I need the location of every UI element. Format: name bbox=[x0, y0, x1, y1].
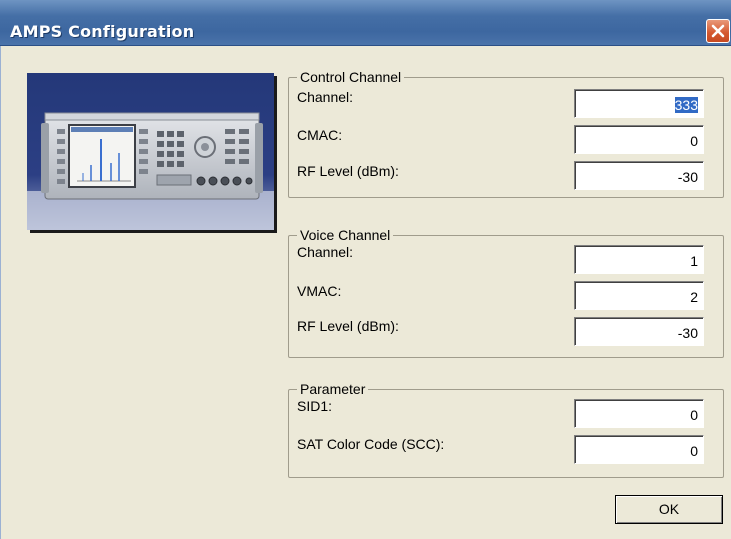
voice-channel-label: Channel: bbox=[297, 244, 354, 260]
cmac-input[interactable]: 0 bbox=[574, 125, 704, 154]
close-button[interactable] bbox=[706, 19, 730, 43]
vmac-input[interactable]: 2 bbox=[574, 281, 704, 310]
control-channel-input[interactable]: 333 bbox=[574, 89, 704, 118]
parameter-title: Parameter bbox=[297, 381, 369, 397]
instrument-image bbox=[27, 73, 274, 230]
window-title: AMPS Configuration bbox=[10, 22, 195, 41]
cmac-label: CMAC: bbox=[297, 127, 343, 143]
scc-input[interactable]: 0 bbox=[574, 435, 704, 464]
sid1-input[interactable]: 0 bbox=[574, 399, 704, 428]
control-rf-level-input[interactable]: -30 bbox=[574, 161, 704, 190]
title-bar[interactable]: AMPS Configuration bbox=[0, 0, 731, 46]
voice-channel-input[interactable]: 1 bbox=[574, 245, 704, 274]
control-rf-level-label: RF Level (dBm): bbox=[297, 163, 399, 179]
control-channel-label: Channel: bbox=[297, 89, 354, 105]
control-channel-title: Control Channel bbox=[297, 69, 405, 85]
voice-rf-level-label: RF Level (dBm): bbox=[297, 318, 399, 334]
sid1-label: SID1: bbox=[297, 398, 333, 414]
scc-label: SAT Color Code (SCC): bbox=[297, 436, 445, 452]
close-icon bbox=[711, 24, 725, 38]
vmac-label: VMAC: bbox=[297, 283, 342, 299]
window-frame bbox=[0, 46, 10, 539]
ok-button[interactable]: OK bbox=[615, 495, 723, 524]
voice-channel-title: Voice Channel bbox=[297, 227, 394, 243]
voice-rf-level-input[interactable]: -30 bbox=[574, 317, 704, 346]
